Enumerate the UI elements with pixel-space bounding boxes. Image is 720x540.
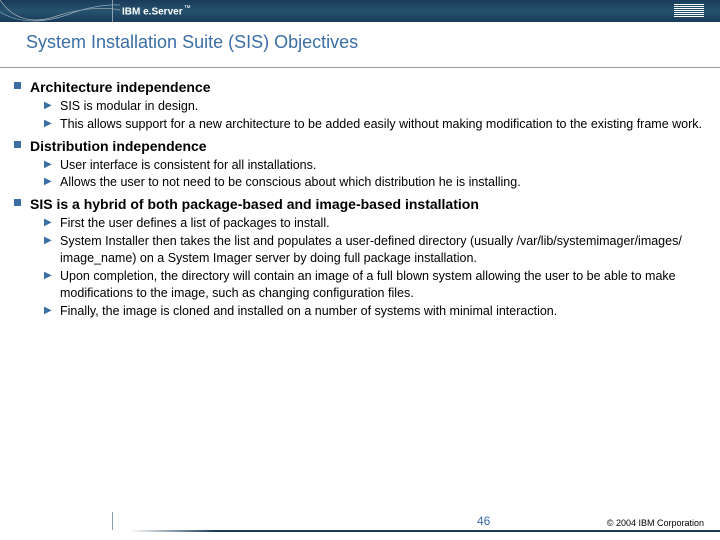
item-text: System Installer then takes the list and…	[60, 233, 702, 267]
square-bullet-icon	[14, 199, 21, 206]
square-bullet-icon	[14, 82, 21, 89]
item-text: First the user defines a list of package…	[60, 215, 330, 232]
item-text: SIS is modular in design.	[60, 98, 198, 115]
item-text: Allows the user to not need to be consci…	[60, 174, 521, 191]
footer-divider	[112, 512, 113, 530]
triangle-bullet-icon: ▶	[44, 304, 54, 320]
list-item: ▶ Finally, the image is cloned and insta…	[44, 303, 702, 320]
title-block: System Installation Suite (SIS) Objectiv…	[0, 22, 720, 61]
list-item: ▶ This allows support for a new architec…	[44, 116, 702, 133]
copyright-text: © 2004 IBM Corporation	[607, 518, 704, 528]
ibm-logo	[674, 4, 704, 17]
item-text: Finally, the image is cloned and install…	[60, 303, 557, 320]
page-title: System Installation Suite (SIS) Objectiv…	[26, 32, 720, 53]
section-heading: Architecture independence	[14, 78, 702, 97]
footer: 46 © 2004 IBM Corporation	[0, 510, 720, 532]
list-item: ▶ Upon completion, the directory will co…	[44, 268, 702, 302]
triangle-bullet-icon: ▶	[44, 175, 54, 191]
sub-list: ▶ User interface is consistent for all i…	[44, 157, 702, 192]
sub-list: ▶ First the user defines a list of packa…	[44, 215, 702, 319]
heading-text: Distribution independence	[30, 137, 207, 156]
triangle-bullet-icon: ▶	[44, 234, 54, 267]
triangle-bullet-icon: ▶	[44, 99, 54, 115]
triangle-bullet-icon: ▶	[44, 117, 54, 133]
content-body: Architecture independence ▶ SIS is modul…	[0, 68, 720, 319]
heading-text: Architecture independence	[30, 78, 211, 97]
item-text: This allows support for a new architectu…	[60, 116, 702, 133]
list-item: ▶ First the user defines a list of packa…	[44, 215, 702, 232]
section-heading: SIS is a hybrid of both package-based an…	[14, 195, 702, 214]
item-text: User interface is consistent for all ins…	[60, 157, 316, 174]
wordmark-suffix: Server	[151, 6, 182, 17]
trademark-symbol: ™	[184, 5, 191, 12]
footer-bar	[0, 530, 720, 532]
list-item: ▶ System Installer then takes the list a…	[44, 233, 702, 267]
section-heading: Distribution independence	[14, 137, 702, 156]
item-text: Upon completion, the directory will cont…	[60, 268, 702, 302]
sub-list: ▶ SIS is modular in design. ▶ This allow…	[44, 98, 702, 133]
heading-text: SIS is a hybrid of both package-based an…	[30, 195, 479, 214]
list-item: ▶ SIS is modular in design.	[44, 98, 702, 115]
triangle-bullet-icon: ▶	[44, 269, 54, 302]
page-number: 46	[477, 514, 490, 528]
list-item: ▶ User interface is consistent for all i…	[44, 157, 702, 174]
triangle-bullet-icon: ▶	[44, 216, 54, 232]
product-wordmark: IBM e.Server™	[122, 5, 191, 17]
square-bullet-icon	[14, 141, 21, 148]
header-divider	[112, 0, 113, 22]
triangle-bullet-icon: ▶	[44, 158, 54, 174]
wordmark-prefix: IBM e.	[122, 6, 151, 17]
header-bar: IBM e.Server™	[0, 0, 720, 22]
list-item: ▶ Allows the user to not need to be cons…	[44, 174, 702, 191]
